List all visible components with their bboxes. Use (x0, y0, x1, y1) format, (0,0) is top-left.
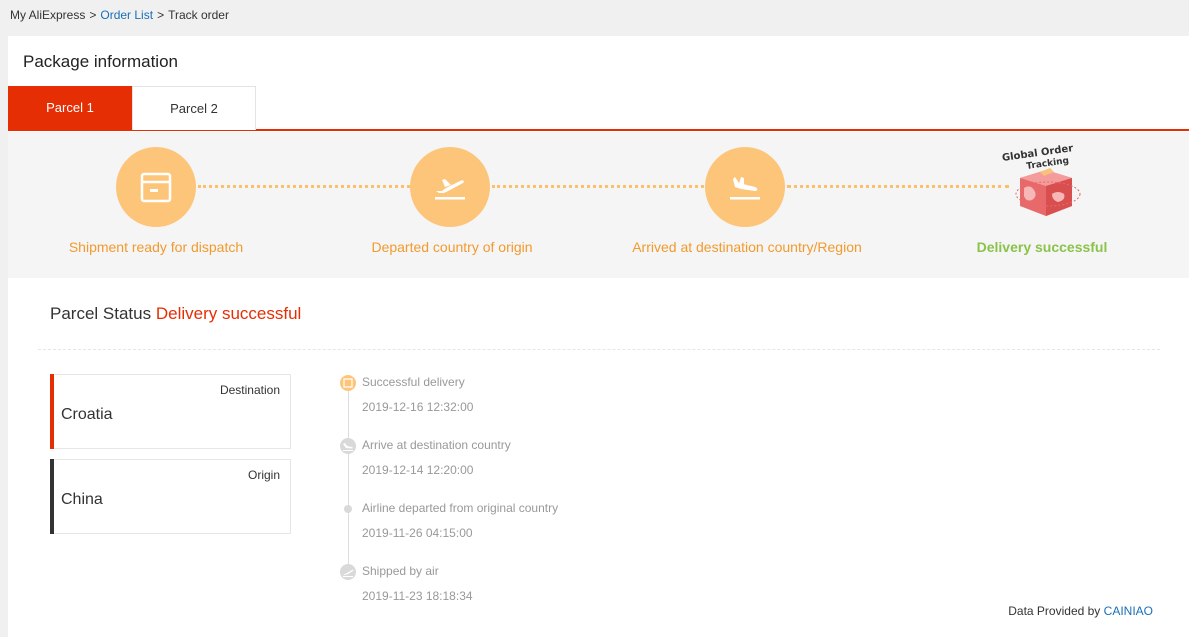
destination-card: Destination Croatia (50, 374, 291, 449)
destination-tag: Destination (219, 383, 280, 397)
timeline-desc: Successful delivery (362, 375, 465, 389)
plane-landing-icon (705, 147, 785, 227)
parcel-status-value: Delivery successful (155, 304, 302, 323)
step-label: Departed country of origin (371, 239, 533, 255)
progress-connector (198, 185, 410, 188)
timeline-desc: Airline departed from original country (362, 501, 559, 515)
package-box-icon (340, 375, 356, 391)
package-panel: Package information Parcel 1 Parcel 2 Sh… (8, 36, 1189, 637)
timeline-line (348, 381, 349, 571)
tab-parcel-1[interactable]: Parcel 1 (8, 86, 132, 130)
divider (38, 349, 1160, 350)
step-label-success: Delivery successful (976, 239, 1108, 255)
step-label: Arrived at destination country/Region (632, 239, 862, 255)
breadcrumb: My AliExpress > Order List > Track order (0, 0, 1189, 33)
step-label: Shipment ready for dispatch (68, 239, 244, 255)
progress-connector (787, 185, 1009, 188)
breadcrumb-order-list-link[interactable]: Order List (100, 8, 153, 22)
timeline-desc: Shipped by air (362, 564, 439, 578)
origin-country: China (61, 491, 103, 508)
provider-prefix: Data Provided by (1008, 604, 1101, 618)
destination-accent-bar (50, 374, 54, 449)
origin-tag: Origin (247, 468, 280, 482)
breadcrumb-home[interactable]: My AliExpress (10, 8, 85, 22)
global-order-tracking-badge: Global Order Tracking (998, 132, 1088, 232)
timeline-dot (344, 505, 352, 513)
progress-connector (492, 185, 704, 188)
plane-takeoff-icon (410, 147, 490, 227)
timeline-desc: Arrive at destination country (362, 438, 511, 452)
tracking-progress: Shipment ready for dispatch Departed cou… (8, 132, 1189, 278)
package-box-icon (116, 147, 196, 227)
breadcrumb-separator: > (89, 8, 97, 22)
origin-accent-bar (50, 459, 54, 534)
tab-parcel-2[interactable]: Parcel 2 (132, 86, 256, 130)
provider-link[interactable]: CAINIAO (1104, 604, 1153, 618)
breadcrumb-current: Track order (168, 8, 229, 22)
timeline-time: 2019-11-26 04:15:00 (362, 526, 473, 540)
destination-country: Croatia (61, 406, 113, 423)
timeline-time: 2019-12-16 12:32:00 (362, 400, 474, 414)
plane-takeoff-icon (340, 564, 356, 580)
data-provider: Data Provided by CAINIAO (1008, 604, 1153, 618)
breadcrumb-separator: > (157, 8, 165, 22)
plane-landing-icon (340, 438, 356, 454)
parcel-status: Parcel Status Delivery successful (50, 304, 301, 324)
parcel-tabs: Parcel 1 Parcel 2 (8, 86, 1189, 131)
page-title: Package information (23, 52, 178, 71)
origin-card: Origin China (50, 459, 291, 534)
timeline-time: 2019-12-14 12:20:00 (362, 463, 474, 477)
parcel-status-label: Parcel Status (50, 304, 152, 323)
timeline-time: 2019-11-23 18:18:34 (362, 589, 473, 603)
